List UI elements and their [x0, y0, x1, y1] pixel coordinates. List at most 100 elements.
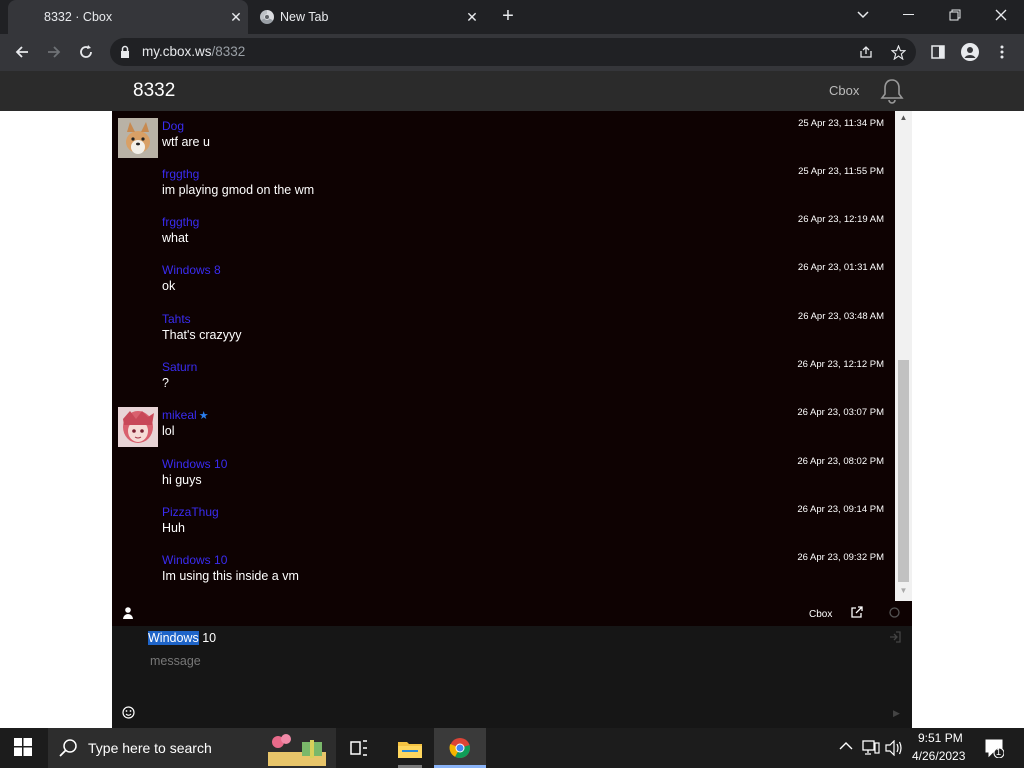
clock-date[interactable]: 4/26/2023: [912, 749, 965, 763]
url-text[interactable]: my.cbox.ws/8332: [142, 44, 245, 59]
message-text: what: [162, 231, 189, 245]
cbox-link[interactable]: Cbox: [809, 609, 832, 620]
message-username[interactable]: frggthg: [162, 215, 199, 229]
page-title: 8332: [133, 80, 176, 101]
back-button[interactable]: [9, 40, 35, 64]
minimize-button[interactable]: [886, 0, 932, 30]
username-text: mikeal: [162, 408, 197, 422]
name-field[interactable]: Windows 10: [148, 631, 216, 645]
dog-avatar[interactable]: [118, 118, 158, 158]
chevron-up-icon[interactable]: [839, 740, 853, 754]
message-input[interactable]: [148, 652, 852, 716]
url-path: /8332: [211, 44, 246, 59]
message-time: 26 Apr 23, 03:48 AM: [797, 311, 884, 322]
chat-message: PizzaThug Huh 26 Apr 23, 09:14 PM: [112, 499, 894, 547]
name-selected-text: Windows: [148, 631, 199, 645]
share-icon[interactable]: [856, 42, 876, 62]
message-text: wtf are u: [162, 135, 210, 149]
tab-new-tab[interactable]: New Tab ✕: [252, 0, 484, 34]
lock-icon[interactable]: [120, 45, 130, 59]
message-text: That's crazyyy: [162, 328, 242, 342]
search-highlight-image[interactable]: [262, 730, 332, 766]
volume-icon[interactable]: [885, 739, 903, 759]
chat-message: Windows 8 ok 26 Apr 23, 01:31 AM: [112, 257, 894, 305]
chrome-icon: [260, 10, 274, 24]
side-panel-icon[interactable]: [928, 42, 948, 62]
reload-button[interactable]: [73, 40, 99, 64]
message-text: Im using this inside a vm: [162, 569, 299, 583]
close-window-button[interactable]: [978, 0, 1024, 30]
chat-message: Dog wtf are u 25 Apr 23, 11:34 PM: [112, 113, 894, 161]
url-host: my.cbox.ws: [142, 44, 212, 59]
message-username[interactable]: Tahts: [162, 312, 191, 326]
search-icon: [59, 738, 79, 763]
message-text: hi guys: [162, 473, 202, 487]
message-text: ok: [162, 279, 176, 293]
message-username[interactable]: PizzaThug: [162, 505, 219, 519]
notification-count: 1: [996, 747, 1002, 757]
message-time: 25 Apr 23, 11:34 PM: [798, 118, 884, 129]
tab-close-icon[interactable]: ✕: [460, 9, 484, 26]
anime-avatar[interactable]: [118, 407, 158, 447]
message-time: 26 Apr 23, 03:07 PM: [797, 407, 884, 418]
message-time: 26 Apr 23, 09:32 PM: [797, 552, 884, 563]
profile-icon[interactable]: [960, 42, 980, 62]
message-username[interactable]: Windows 10: [162, 457, 227, 471]
message-text: ?: [162, 376, 169, 390]
restore-button[interactable]: [932, 0, 978, 30]
status-circle-icon[interactable]: [889, 607, 900, 621]
chat-message: Windows 10 Im using this inside a vm 26 …: [112, 547, 894, 595]
task-view-icon[interactable]: [348, 738, 370, 758]
message-text: im playing gmod on the wm: [162, 183, 315, 197]
emoji-icon[interactable]: [122, 706, 135, 722]
notification-icon[interactable]: 1: [984, 738, 1005, 759]
message-time: 26 Apr 23, 08:02 PM: [797, 456, 884, 467]
network-icon[interactable]: [862, 740, 880, 759]
name-rest-text: 10: [198, 631, 217, 645]
chat-toolbar: Cbox: [112, 601, 912, 626]
chat-message: frggthg what 26 Apr 23, 12:19 AM: [112, 209, 894, 257]
tab-search-icon[interactable]: [840, 0, 886, 30]
scroll-up-arrow-icon[interactable]: ▲: [895, 113, 912, 127]
chat-message: mikeal ★ lol 26 Apr 23, 03:07 PM: [112, 402, 894, 450]
search-placeholder: Type here to search: [88, 740, 212, 756]
user-icon[interactable]: [123, 607, 133, 622]
chat-message-list[interactable]: Dog wtf are u 25 Apr 23, 11:34 PM frggth…: [112, 111, 912, 601]
message-text: lol: [162, 424, 175, 438]
message-username[interactable]: Saturn: [162, 360, 197, 374]
chrome-taskbar-button[interactable]: [434, 728, 486, 768]
scroll-down-arrow-icon[interactable]: ▼: [895, 586, 912, 600]
popout-icon[interactable]: [851, 606, 863, 621]
file-explorer-icon[interactable]: [396, 736, 424, 762]
message-time: 26 Apr 23, 12:19 AM: [797, 214, 884, 225]
chrome-icon: [449, 738, 470, 759]
new-tab-button[interactable]: +: [496, 6, 520, 28]
tab-title: New Tab: [280, 10, 329, 24]
menu-icon[interactable]: [992, 42, 1012, 62]
clock-time[interactable]: 9:51 PM: [918, 731, 963, 745]
message-username[interactable]: frggthg: [162, 167, 199, 181]
message-time: 25 Apr 23, 11:55 PM: [798, 166, 884, 177]
message-username[interactable]: Windows 8: [162, 263, 221, 277]
tab-cbox[interactable]: 8332 · Cbox ✕: [8, 0, 248, 34]
tab-close-icon[interactable]: ✕: [224, 9, 248, 26]
chat-message: frggthg im playing gmod on the wm 25 Apr…: [112, 161, 894, 209]
windows-start-icon[interactable]: [14, 738, 32, 756]
message-username[interactable]: Windows 10: [162, 553, 227, 567]
chat-message: Windows 10 hi guys 26 Apr 23, 08:02 PM: [112, 451, 894, 499]
star-icon: ★: [198, 410, 209, 422]
message-time: 26 Apr 23, 01:31 AM: [797, 262, 884, 273]
message-username[interactable]: Dog: [162, 119, 184, 133]
cbox-brand-link[interactable]: Cbox: [829, 83, 859, 98]
chat-message: Saturn ? 26 Apr 23, 12:12 PM: [112, 354, 894, 402]
send-icon[interactable]: ▶: [893, 708, 900, 719]
bell-icon[interactable]: [880, 78, 904, 104]
message-username[interactable]: mikeal ★: [162, 408, 209, 422]
chat-message: Tahts That's crazyyy 26 Apr 23, 03:48 AM: [112, 306, 894, 354]
message-time: 26 Apr 23, 12:12 PM: [797, 359, 884, 370]
forward-button[interactable]: [41, 40, 67, 64]
tab-title: 8332 · Cbox: [44, 10, 113, 24]
bookmark-star-icon[interactable]: [888, 42, 908, 62]
login-icon[interactable]: [889, 631, 901, 646]
scrollbar-thumb[interactable]: [898, 360, 909, 582]
